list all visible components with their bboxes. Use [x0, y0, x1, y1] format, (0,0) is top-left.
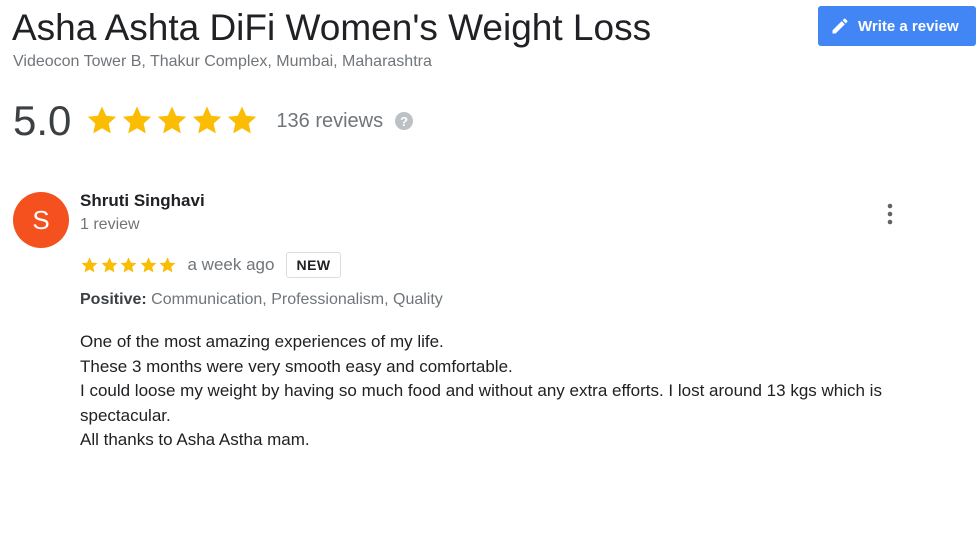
new-badge: NEW	[286, 252, 341, 278]
rating-summary: 5.0 136 reviews ?	[13, 96, 414, 146]
star-icon	[88, 106, 117, 134]
star-icon	[140, 256, 156, 272]
rating-value: 5.0	[13, 97, 72, 144]
positive-label: Positive:	[80, 291, 147, 308]
star-icon	[193, 106, 222, 134]
help-icon[interactable]: ?	[395, 112, 414, 130]
avatar[interactable]: S	[13, 192, 69, 248]
star-icon	[123, 106, 152, 134]
business-address: Videocon Tower B, Thakur Complex, Mumbai…	[13, 53, 432, 70]
reviewer-review-count: 1 review	[80, 216, 140, 233]
review-stars	[80, 256, 178, 275]
write-review-label: Write a review	[858, 17, 959, 35]
review-text: One of the most amazing experiences of m…	[80, 330, 960, 453]
reviewer-name[interactable]: Shruti Singhavi	[80, 191, 205, 211]
positive-attributes: Positive: Communication, Professionalism…	[80, 291, 443, 309]
pencil-icon	[830, 16, 850, 36]
rating-stars	[85, 104, 260, 138]
star-icon	[159, 256, 176, 272]
review-time: a week ago	[187, 255, 275, 274]
star-icon	[120, 256, 137, 272]
review-text-line: These 3 months were very smooth easy and…	[80, 356, 513, 376]
star-icon	[158, 106, 187, 134]
review-text-line: One of the most amazing experiences of m…	[80, 332, 444, 351]
write-review-button[interactable]: Write a review	[818, 6, 976, 46]
star-icon	[101, 256, 117, 272]
business-title: Asha Ashta DiFi Women's Weight Loss	[12, 7, 652, 48]
star-icon	[81, 256, 98, 272]
positive-values: Communication, Professionalism, Quality	[151, 291, 443, 308]
review-meta: a week ago NEW	[80, 250, 341, 280]
more-vert-icon[interactable]	[880, 202, 900, 226]
star-icon	[228, 106, 257, 134]
review-text-line: All thanks to Asha Astha mam.	[80, 430, 310, 449]
review-count-link[interactable]: 136 reviews	[276, 110, 383, 133]
review-text-line: I could loose my weight by having so muc…	[80, 381, 882, 425]
